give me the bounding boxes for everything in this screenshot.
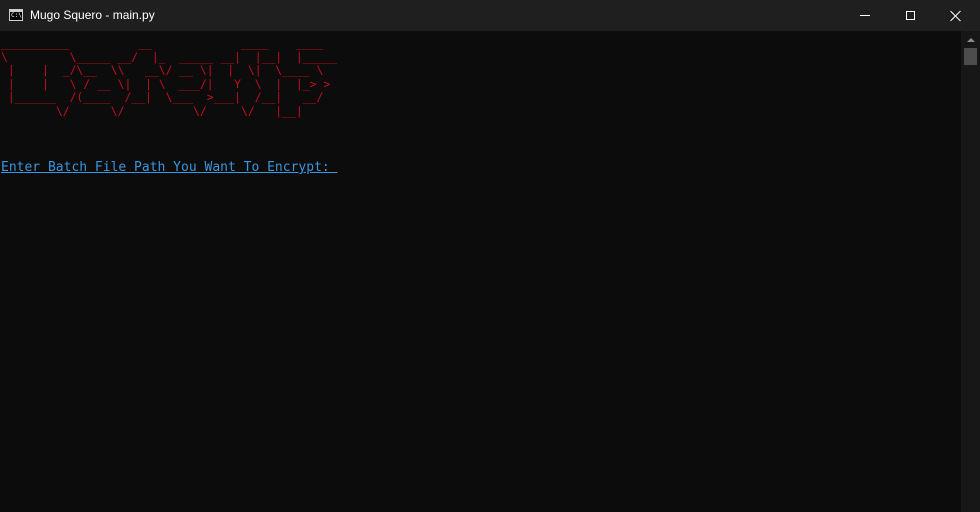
app-icon-glyph: C:\ <box>11 12 22 19</box>
close-icon <box>950 10 962 22</box>
vertical-scrollbar[interactable] <box>961 31 980 512</box>
console-app-icon[interactable]: C:\ <box>9 9 23 21</box>
input-prompt[interactable]: Enter Batch File Path You Want To Encryp… <box>1 160 338 175</box>
maximize-icon <box>905 11 915 20</box>
arrow-up-icon <box>966 37 975 42</box>
ascii-banner: __________ __ ____ ____ \ \_____ __/ |_ … <box>1 36 338 118</box>
scroll-thumb[interactable] <box>964 48 977 65</box>
console-window: C:\ Mugo Squero - main.py __________ __ … <box>0 0 980 512</box>
title-bar[interactable]: C:\ Mugo Squero - main.py <box>0 0 980 31</box>
maximize-button[interactable] <box>887 0 933 31</box>
close-button[interactable] <box>933 0 979 31</box>
console-output[interactable]: __________ __ ____ ____ \ \_____ __/ |_ … <box>0 31 961 512</box>
minimize-button[interactable] <box>842 0 888 31</box>
minimize-icon <box>860 15 870 16</box>
window-title: Mugo Squero - main.py <box>30 8 155 22</box>
scroll-up-button[interactable] <box>961 31 980 48</box>
